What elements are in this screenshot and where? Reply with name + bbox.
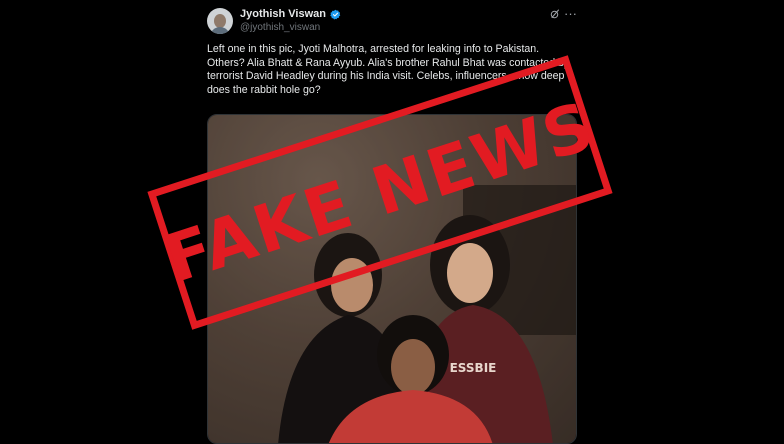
avatar-shoulders bbox=[210, 27, 230, 34]
avatar[interactable] bbox=[207, 8, 233, 34]
verified-badge-icon bbox=[330, 9, 341, 19]
shirt-text: ESSBIE bbox=[450, 361, 497, 375]
handle[interactable]: @jyothish_viswan bbox=[240, 22, 320, 33]
avatar-face bbox=[214, 14, 226, 28]
name-row: Jyothish Viswan bbox=[240, 8, 341, 20]
more-options-icon[interactable]: ··· bbox=[564, 6, 577, 21]
display-name[interactable]: Jyothish Viswan bbox=[240, 8, 326, 20]
grok-icon[interactable] bbox=[549, 8, 561, 20]
